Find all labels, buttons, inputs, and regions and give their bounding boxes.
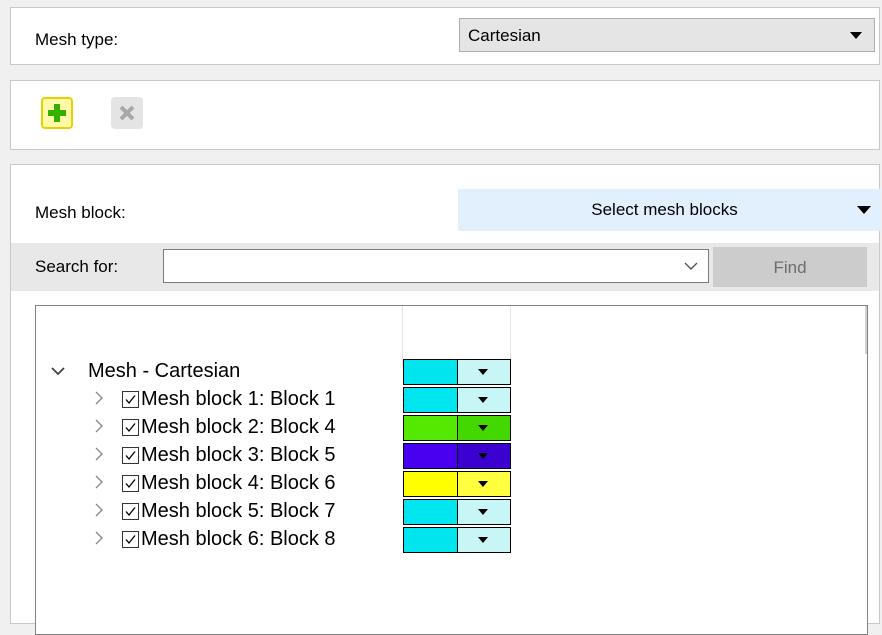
item-checkbox[interactable] bbox=[122, 391, 139, 408]
mesh-tree: Mesh - Cartesian Mesh block 1: Block 1 Mes… bbox=[35, 305, 868, 635]
dropdown-arrow-icon bbox=[478, 425, 488, 431]
add-mesh-block-button[interactable] bbox=[41, 97, 73, 129]
dropdown-arrow-icon bbox=[478, 537, 488, 543]
tree-item-row[interactable]: Mesh block 3: Block 5 bbox=[36, 443, 402, 469]
color-dropdown[interactable] bbox=[458, 500, 510, 524]
chevron-right-icon[interactable] bbox=[94, 417, 103, 438]
item-checkbox[interactable] bbox=[122, 503, 139, 520]
mesh-type-value: Cartesian bbox=[468, 26, 541, 45]
color-dropdown[interactable] bbox=[458, 388, 510, 412]
dropdown-arrow-icon bbox=[478, 481, 488, 487]
color-picker[interactable] bbox=[403, 471, 511, 497]
column-divider bbox=[510, 306, 511, 366]
color-picker[interactable] bbox=[403, 499, 511, 525]
color-dropdown[interactable] bbox=[458, 416, 510, 440]
tree-root-label: Mesh - Cartesian bbox=[88, 360, 241, 382]
tree-item-row[interactable]: Mesh block 6: Block 8 bbox=[36, 527, 402, 553]
dropdown-arrow-icon bbox=[478, 397, 488, 403]
item-checkbox[interactable] bbox=[122, 531, 139, 548]
checkmark-icon bbox=[125, 535, 136, 545]
color-picker[interactable] bbox=[403, 415, 511, 441]
color-swatch bbox=[404, 472, 458, 496]
chevron-right-icon[interactable] bbox=[94, 473, 103, 494]
dropdown-arrow-icon bbox=[478, 369, 488, 375]
dropdown-arrow-icon bbox=[478, 453, 488, 459]
tree-item-row[interactable]: Mesh block 4: Block 6 bbox=[36, 471, 402, 497]
item-checkbox[interactable] bbox=[122, 447, 139, 464]
mesh-type-dropdown[interactable]: Cartesian bbox=[459, 18, 875, 52]
remove-mesh-block-button[interactable] bbox=[111, 97, 143, 129]
color-swatch bbox=[404, 528, 458, 552]
tree-item-row[interactable]: Mesh block 1: Block 1 bbox=[36, 387, 402, 413]
find-button-label: Find bbox=[773, 258, 807, 277]
tree-item-row[interactable]: Mesh block 5: Block 7 bbox=[36, 499, 402, 525]
tree-scrollbar[interactable] bbox=[865, 306, 867, 354]
tree-item-label: Mesh block 4: Block 6 bbox=[141, 472, 336, 494]
tree-item-row[interactable]: Mesh block 2: Block 4 bbox=[36, 415, 402, 441]
color-dropdown[interactable] bbox=[458, 360, 510, 384]
tree-item-label: Mesh block 1: Block 1 bbox=[141, 388, 336, 410]
tree-item-label: Mesh block 2: Block 4 bbox=[141, 416, 336, 438]
dropdown-arrow-icon bbox=[478, 509, 488, 515]
mesh-block-panel: Mesh block: Select mesh blocks Search fo… bbox=[10, 164, 881, 635]
search-label: Search for: bbox=[35, 257, 119, 276]
chevron-down-icon[interactable] bbox=[684, 261, 698, 271]
tree-root-row[interactable]: Mesh - Cartesian bbox=[36, 359, 402, 385]
color-dropdown[interactable] bbox=[458, 472, 510, 496]
mesh-type-panel: Mesh type: Cartesian bbox=[10, 7, 880, 65]
color-swatch bbox=[404, 360, 458, 384]
mesh-block-dropdown[interactable]: Select mesh blocks bbox=[458, 189, 881, 231]
checkmark-icon bbox=[125, 507, 136, 517]
tree-item-label: Mesh block 5: Block 7 bbox=[141, 500, 336, 522]
plus-icon bbox=[48, 104, 66, 122]
search-input[interactable] bbox=[163, 249, 709, 283]
chevron-right-icon[interactable] bbox=[94, 445, 103, 466]
chevron-right-icon[interactable] bbox=[94, 529, 103, 550]
color-picker[interactable] bbox=[403, 527, 511, 553]
mesh-type-label: Mesh type: bbox=[35, 30, 119, 49]
dropdown-arrow-icon bbox=[850, 32, 862, 39]
tree-item-label: Mesh block 6: Block 8 bbox=[141, 528, 336, 550]
checkmark-icon bbox=[125, 451, 136, 461]
mesh-block-label: Mesh block: bbox=[35, 203, 126, 222]
checkmark-icon bbox=[125, 479, 136, 489]
checkmark-icon bbox=[125, 423, 136, 433]
close-icon bbox=[119, 105, 135, 121]
color-picker[interactable] bbox=[403, 443, 511, 469]
chevron-down-icon[interactable] bbox=[51, 363, 65, 379]
toolbar-panel bbox=[10, 80, 880, 150]
item-checkbox[interactable] bbox=[122, 475, 139, 492]
color-dropdown[interactable] bbox=[458, 528, 510, 552]
color-swatch bbox=[404, 444, 458, 468]
color-dropdown[interactable] bbox=[458, 444, 510, 468]
color-swatch bbox=[404, 416, 458, 440]
search-bar: Search for: Find bbox=[11, 243, 879, 291]
item-checkbox[interactable] bbox=[122, 419, 139, 436]
color-swatch bbox=[404, 500, 458, 524]
color-swatch bbox=[404, 388, 458, 412]
dropdown-arrow-icon bbox=[857, 206, 871, 214]
column-divider bbox=[402, 306, 403, 366]
color-picker[interactable] bbox=[403, 387, 511, 413]
find-button[interactable]: Find bbox=[713, 247, 867, 287]
chevron-right-icon[interactable] bbox=[94, 501, 103, 522]
mesh-block-value: Select mesh blocks bbox=[591, 200, 738, 219]
checkmark-icon bbox=[125, 395, 136, 405]
tree-item-label: Mesh block 3: Block 5 bbox=[141, 444, 336, 466]
color-picker[interactable] bbox=[403, 359, 511, 385]
chevron-right-icon[interactable] bbox=[94, 389, 103, 410]
